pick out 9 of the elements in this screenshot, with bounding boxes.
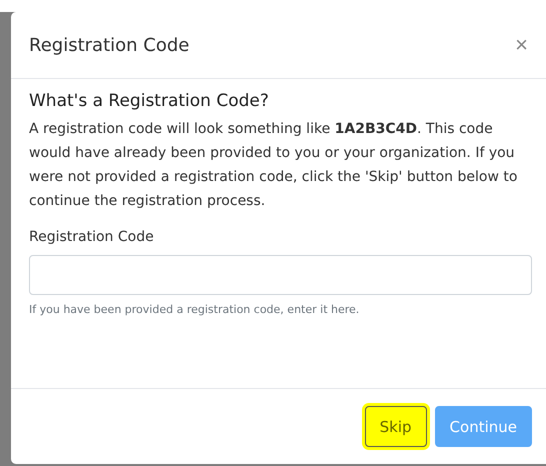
continue-button[interactable]: Continue: [434, 406, 532, 447]
close-button[interactable]: ×: [515, 32, 528, 58]
registration-code-field[interactable]: [29, 255, 532, 295]
description-text: A registration code will look something like 1A2B3C4D. This code would have already been provided to you or your organization. If you were not provided a registration code, click the 'Skip' button below to continue the registration process.: [29, 120, 518, 211]
section-heading: What's a Registration Code?: [29, 91, 270, 111]
field-label: Registration Code: [29, 229, 155, 245]
skip-button[interactable]: Skip: [364, 406, 427, 447]
help-text: If you have been provided a registration code, enter it here.: [29, 303, 360, 316]
modal-title: Registration Code: [29, 34, 190, 56]
